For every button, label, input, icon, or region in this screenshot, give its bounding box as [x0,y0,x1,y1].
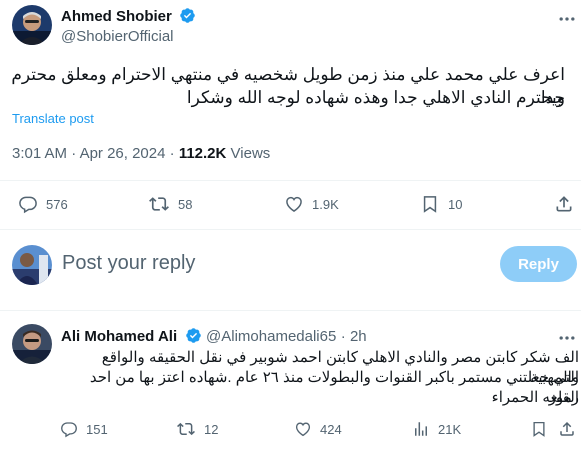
author-handle[interactable]: @ShobierOfficial [61,28,174,45]
repost-action[interactable]: 12 [176,420,218,438]
reply-icon [18,194,46,214]
views-count: 112.2K [178,145,227,162]
translate-post-link[interactable]: Translate post [12,111,94,126]
verified-badge-icon [185,327,202,349]
bookmark-icon [420,194,448,214]
bookmark-action[interactable]: 10 [420,194,462,214]
reply-icon [60,420,86,438]
repost-count: 12 [204,421,219,437]
repost-icon [176,420,204,438]
current-user-avatar[interactable] [12,245,52,285]
reply-action[interactable]: 576 [18,194,68,214]
divider [0,229,581,230]
bookmark-action[interactable] [530,420,556,438]
bookmark-icon [530,420,556,438]
meta-separator: · [71,145,80,162]
share-icon [558,420,581,438]
reply-author-handle[interactable]: @Alimohamedali65 [206,328,336,345]
author-avatar[interactable] [12,5,52,45]
reply-input[interactable]: Post your reply [62,252,195,275]
reply-author-name[interactable]: Ali Mohamed Ali [61,328,177,345]
like-action[interactable]: 424 [294,420,342,438]
like-count: 424 [320,421,342,437]
reply-author-row: Ali Mohamed Ali @Alimohamedali65 · 2h [61,327,367,349]
meta-separator: · [169,145,179,162]
tweet-meta: 3:01 AM · Apr 26, 2024 · 112.2K Views [12,145,270,162]
heart-icon [284,194,312,214]
repost-action[interactable]: 58 [148,194,192,214]
author-name[interactable]: Ahmed Shobier [61,8,172,25]
tweet-date[interactable]: Apr 26, 2024 [80,145,166,162]
reply-action[interactable]: 151 [60,420,108,438]
views-count: 21K [438,421,462,437]
bookmark-count: 10 [448,196,463,212]
views-label: Views [230,145,271,162]
reply-author-avatar[interactable] [12,324,52,364]
reply-button[interactable]: Reply [500,246,577,282]
author-name-row: Ahmed Shobier [61,7,196,29]
reply-count: 151 [86,421,108,437]
views-chart-icon [412,420,438,438]
reply-count: 576 [46,196,68,212]
tweet-time[interactable]: 3:01 AM [12,145,67,162]
repost-count: 58 [178,196,193,212]
more-options-icon[interactable] [557,9,577,29]
tweet-text-line-2: ويحترم النادي الاهلي جدا وهذه شهاده لوجه… [186,88,565,107]
more-options-icon[interactable] [557,328,577,348]
reply-time[interactable]: 2h [350,328,367,345]
share-action[interactable] [554,194,581,214]
verified-badge-icon [179,7,196,29]
views-action[interactable]: 21K [412,420,461,438]
share-icon [554,194,581,214]
repost-icon [148,194,178,214]
share-action[interactable] [558,420,581,438]
reply-text-line-3: القلعه الحمراء [491,389,579,406]
divider [0,180,581,181]
like-count: 1.9K [312,196,339,212]
meta-separator: · [340,328,350,345]
heart-icon [294,420,320,438]
divider [0,310,581,311]
like-action[interactable]: 1.9K [284,194,339,214]
